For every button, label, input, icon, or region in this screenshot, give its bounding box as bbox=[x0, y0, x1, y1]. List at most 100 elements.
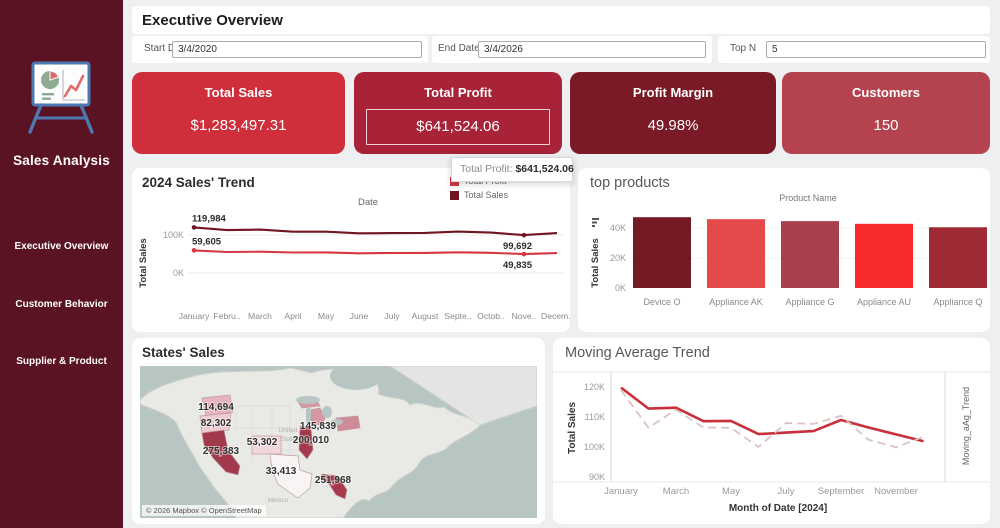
start-date-input[interactable]: 3/4/2020 bbox=[172, 41, 422, 58]
tooltip-label: Total Profit: bbox=[460, 163, 513, 175]
value-annotation: 49,835 bbox=[503, 260, 533, 271]
map-state-value: 200,010 bbox=[293, 435, 330, 446]
map-state-value: 114,694 bbox=[198, 402, 234, 413]
y-tick: 0K bbox=[173, 268, 184, 278]
line-moving_aag_trend[interactable] bbox=[621, 390, 924, 447]
kpi-value: $1,283,497.31 bbox=[132, 117, 345, 134]
kpi-value-box: $641,524.06 bbox=[366, 109, 550, 145]
x-tick: July bbox=[384, 311, 400, 321]
y-tick: 110K bbox=[585, 412, 605, 422]
value-annotation: 119,984 bbox=[192, 213, 227, 224]
map-base-label: United bbox=[279, 427, 298, 434]
y-tick: 90K bbox=[589, 472, 605, 482]
x-tick: March bbox=[663, 486, 689, 497]
kpi-value: $641,524.06 bbox=[367, 118, 549, 135]
data-point[interactable] bbox=[192, 225, 197, 230]
x-tick: September bbox=[818, 486, 864, 497]
bar-appliance-ak[interactable] bbox=[707, 219, 765, 288]
sidebar-item-supplier-product[interactable]: Supplier & Product bbox=[0, 356, 123, 367]
x-tick: July bbox=[778, 486, 795, 497]
top-n-input[interactable]: 5 bbox=[766, 41, 986, 58]
kpi-total-profit[interactable]: Total Profit $641,524.06 bbox=[354, 72, 562, 154]
line-total-sales[interactable] bbox=[621, 388, 924, 442]
states-sales-title: States' Sales bbox=[142, 345, 225, 360]
y-axis-title: Total Sales bbox=[567, 402, 578, 454]
y-tick: 40K bbox=[610, 223, 626, 233]
bar-appliance-g[interactable] bbox=[781, 221, 839, 288]
top-n-label: Top N bbox=[730, 43, 756, 54]
map-state-value: 251,968 bbox=[315, 475, 352, 486]
bar-appliance-q[interactable] bbox=[929, 227, 987, 288]
moving-average-card: Moving Average Trend 120K110K100K90KJanu… bbox=[553, 338, 990, 524]
bar-appliance-au[interactable] bbox=[855, 224, 913, 288]
x-tick: November bbox=[874, 486, 918, 497]
bar-device-o[interactable] bbox=[633, 217, 691, 288]
x-tick: Appliance AK bbox=[709, 297, 763, 307]
sidebar-item-customer-behavior[interactable]: Customer Behavior bbox=[0, 299, 123, 310]
sales-trend-chart[interactable]: 100K0KTotal SalesJanuaryFebru..MarchApri… bbox=[132, 168, 570, 332]
x-tick: April bbox=[284, 311, 301, 321]
map-container[interactable]: UnitedStatesMexico 114,69482,302275,3835… bbox=[140, 366, 537, 518]
x-tick: January bbox=[604, 486, 638, 497]
us-sales-map[interactable]: UnitedStatesMexico 114,69482,302275,3835… bbox=[140, 366, 537, 518]
y-tick: 100K bbox=[584, 442, 605, 452]
tooltip-value: $641,524.06 bbox=[515, 163, 573, 175]
trend-line-total-sales[interactable] bbox=[194, 227, 557, 235]
start-date-filter: Start Date 3/4/2020 bbox=[132, 36, 428, 63]
states-sales-card: States' Sales bbox=[132, 338, 545, 524]
page-title: Executive Overview bbox=[132, 6, 990, 29]
y-tick: 0K bbox=[615, 283, 626, 293]
value-annotation: 99,692 bbox=[503, 241, 532, 252]
sales-trend-card: 2024 Sales' Trend Total Profit Total Sal… bbox=[132, 168, 570, 332]
kpi-customers[interactable]: Customers 150 bbox=[782, 72, 990, 154]
map-state-value: 53,302 bbox=[247, 437, 278, 448]
map-attribution[interactable]: © 2026 Mapbox © OpenStreetMap bbox=[142, 505, 266, 516]
x-tick: Octob.. bbox=[477, 311, 505, 321]
dashboard-page: Sales Analysis Executive Overview Custom… bbox=[0, 0, 1000, 528]
y-axis-title: Total Sales bbox=[138, 238, 149, 287]
top-n-filter: Top N 5 bbox=[718, 36, 990, 63]
x-tick: March bbox=[248, 311, 272, 321]
y-tick: 20K bbox=[610, 253, 626, 263]
x-axis-title: Product Name bbox=[779, 193, 837, 203]
x-axis-title: Month of Date [2024] bbox=[729, 503, 827, 514]
data-point[interactable] bbox=[192, 248, 197, 253]
kpi-total-sales[interactable]: Total Sales $1,283,497.31 bbox=[132, 72, 345, 154]
sort-icon[interactable] bbox=[592, 218, 599, 227]
kpi-title: Total Sales bbox=[132, 85, 345, 100]
x-tick: Appliance G bbox=[785, 297, 834, 307]
x-tick: August bbox=[412, 311, 439, 321]
data-point[interactable] bbox=[522, 233, 527, 238]
sidebar: Sales Analysis Executive Overview Custom… bbox=[0, 0, 123, 528]
total-profit-tooltip: Total Profit: $641,524.06 bbox=[451, 157, 573, 182]
map-state-value: 82,302 bbox=[201, 418, 232, 429]
end-date-label: End Date bbox=[438, 43, 480, 54]
y-axis-title: Total Sales bbox=[590, 238, 601, 287]
app-title: Sales Analysis bbox=[0, 153, 123, 168]
end-date-filter: End Date 3/4/2026 bbox=[432, 36, 712, 63]
kpi-profit-margin[interactable]: Profit Margin 49.98% bbox=[570, 72, 776, 154]
kpi-value: 49.98% bbox=[570, 117, 776, 134]
data-point[interactable] bbox=[522, 252, 527, 257]
end-date-input[interactable]: 3/4/2026 bbox=[478, 41, 706, 58]
moving-average-chart[interactable]: 120K110K100K90KJanuaryMarchMayJulySeptem… bbox=[553, 338, 990, 524]
kpi-title: Profit Margin bbox=[570, 85, 776, 100]
map-base-label: Mexico bbox=[268, 497, 289, 504]
x-tick: Appliance Q bbox=[933, 297, 982, 307]
x-tick: Febru.. bbox=[213, 311, 240, 321]
x-tick: January bbox=[179, 311, 210, 321]
x-tick: May bbox=[318, 311, 335, 321]
right-axis-title: Moving_aAg_Trend bbox=[961, 387, 971, 465]
x-tick: June bbox=[350, 311, 369, 321]
kpi-title: Total Profit bbox=[354, 85, 562, 100]
x-tick: Nove.. bbox=[512, 311, 537, 321]
y-tick: 120K bbox=[584, 382, 605, 392]
value-annotation: 59,605 bbox=[192, 236, 222, 247]
page-header: Executive Overview bbox=[132, 6, 990, 34]
map-state-value: 33,413 bbox=[266, 466, 297, 477]
top-products-chart[interactable]: 40K20K0KTotal SalesProduct NameDevice OA… bbox=[578, 168, 990, 332]
top-products-card: top products 40K20K0KTotal SalesProduct … bbox=[578, 168, 990, 332]
sidebar-item-executive-overview[interactable]: Executive Overview bbox=[0, 241, 123, 252]
kpi-title: Customers bbox=[782, 85, 990, 100]
map-state-value: 145,839 bbox=[300, 421, 337, 432]
